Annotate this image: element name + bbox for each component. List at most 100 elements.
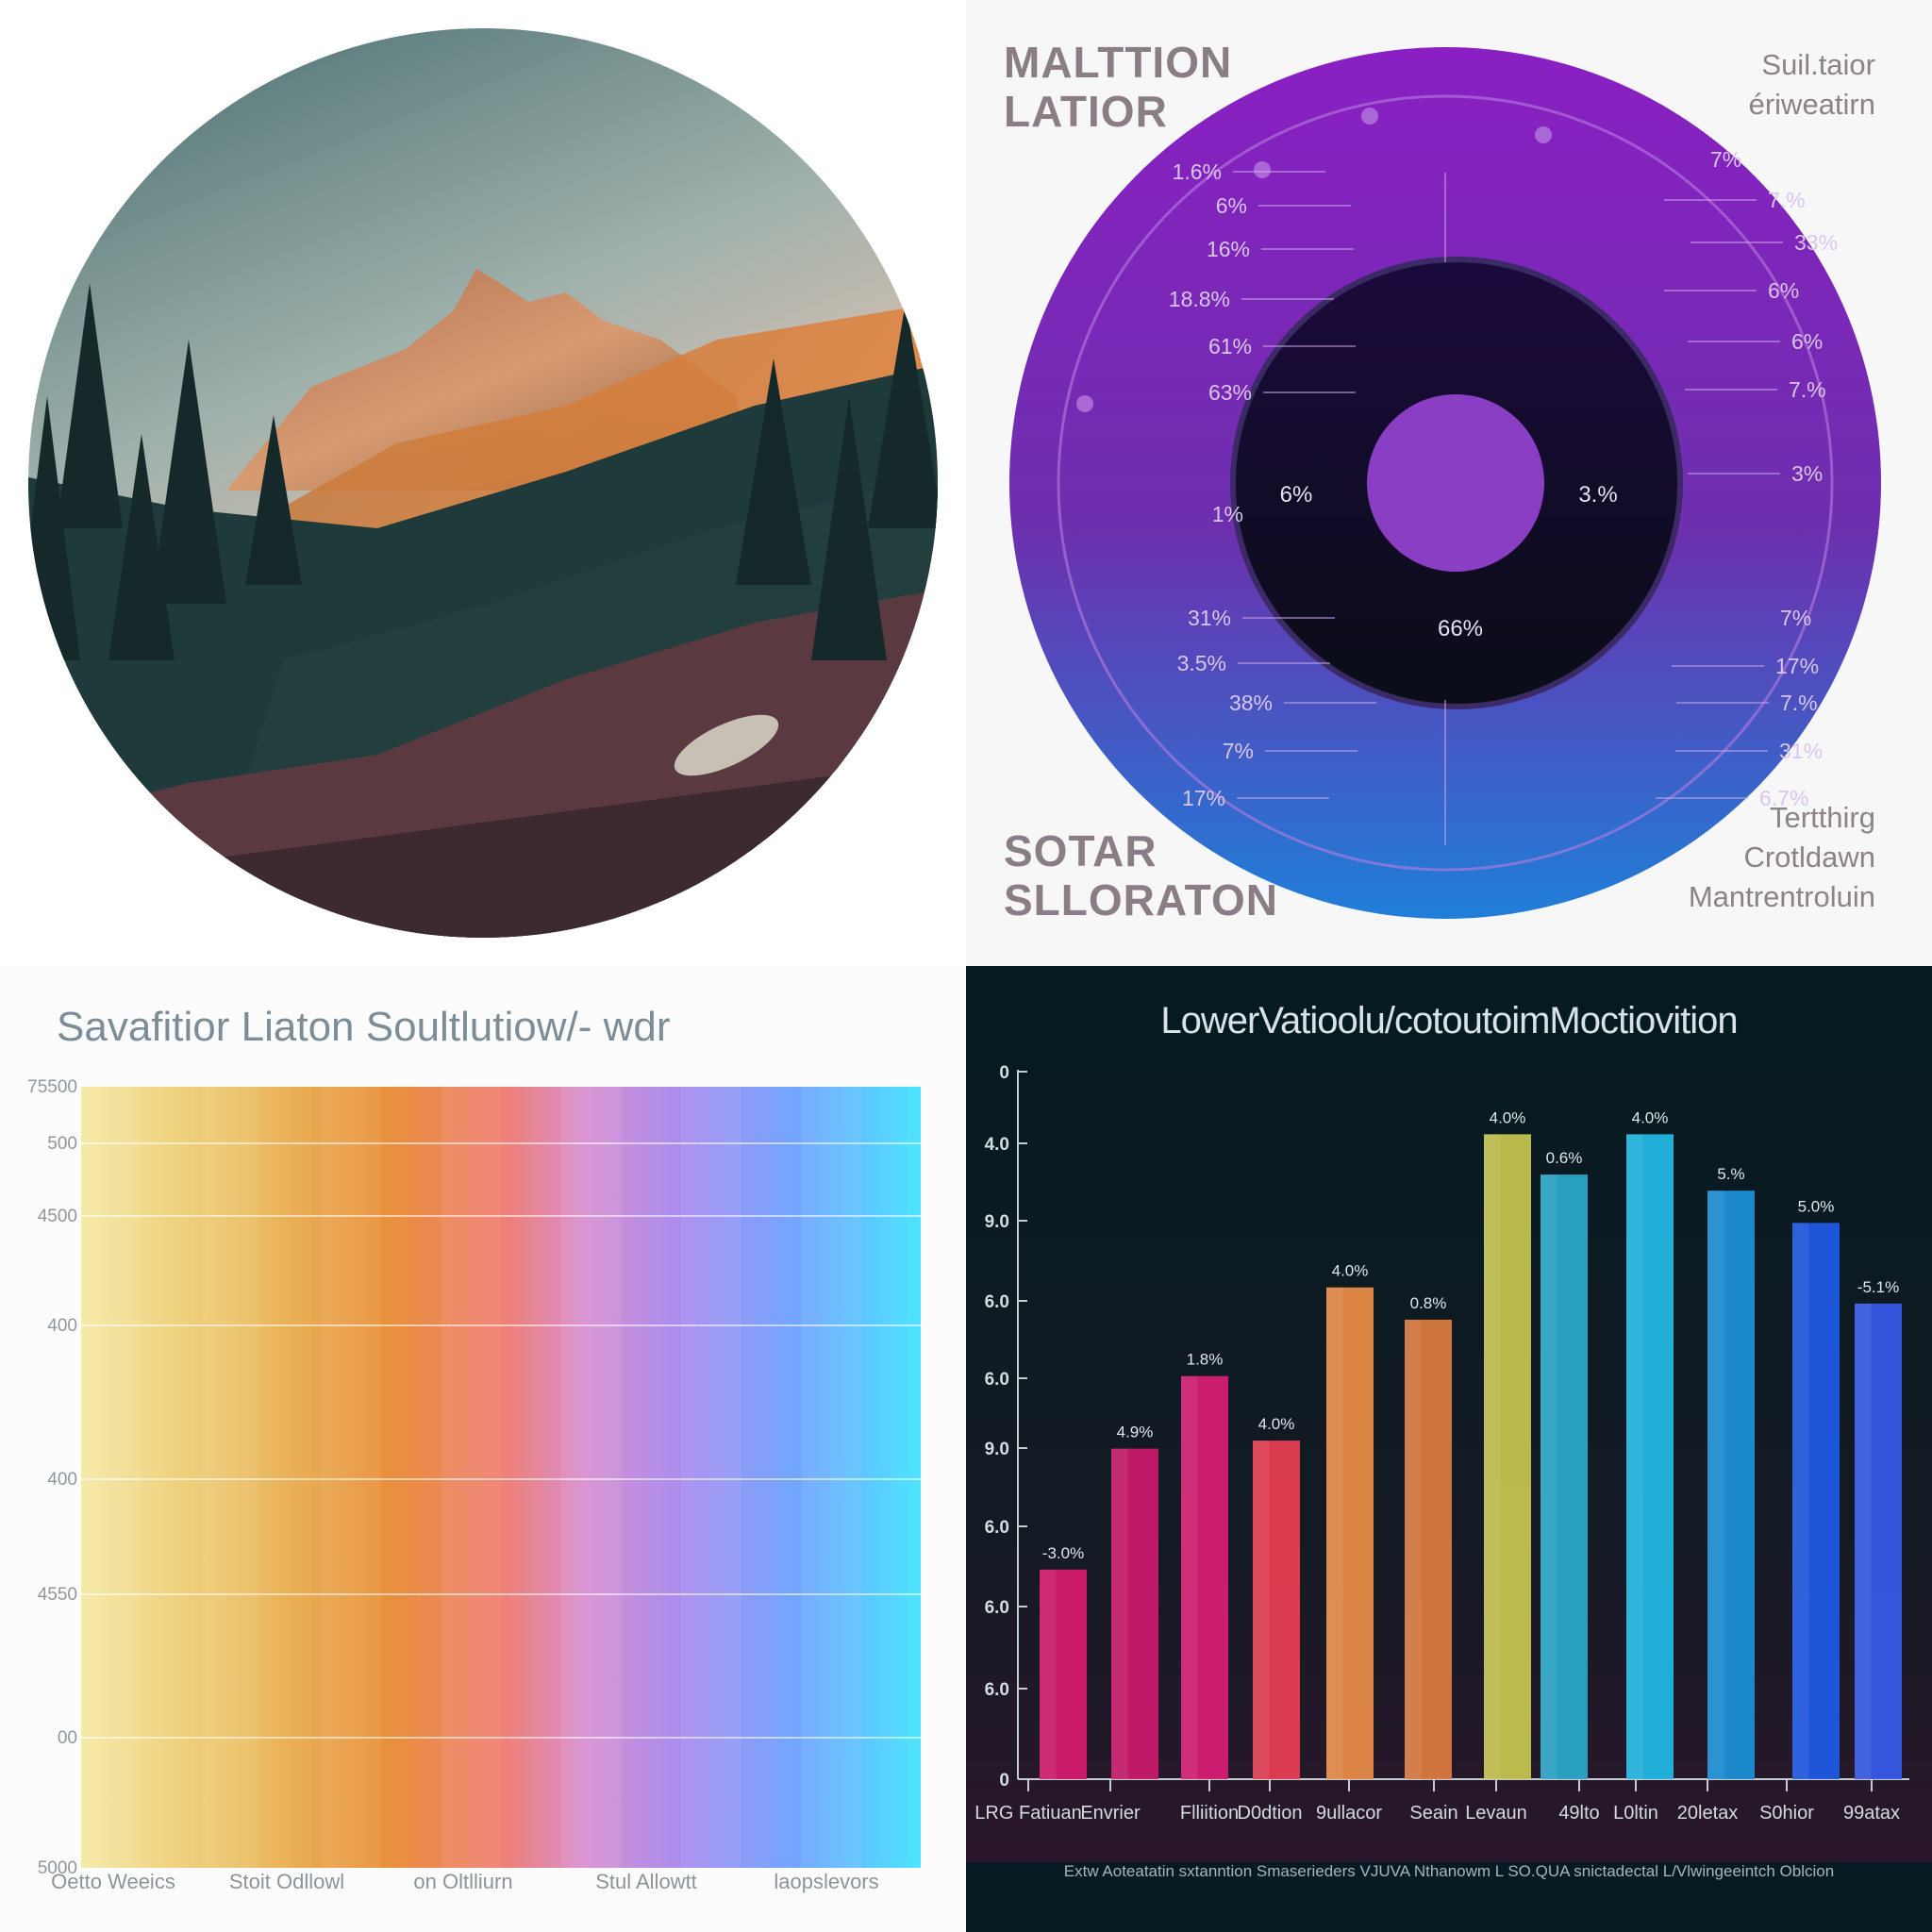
bar-highlight (1040, 1569, 1057, 1779)
radial-inner-label: 6% (1280, 482, 1313, 508)
bar-x-label: Seain (1409, 1803, 1457, 1824)
bar-highlight (1626, 1134, 1643, 1779)
bar-x-label: D0dtion (1238, 1803, 1303, 1824)
radial-left-label: 61% (1208, 334, 1252, 358)
radial-right-label: 6.7% (1759, 786, 1808, 810)
bar-highlight (1253, 1441, 1270, 1779)
bar-y-tick: 9.0 (985, 1440, 1009, 1459)
radial-chart-panel: MALTTION LATIOR Suil.taior ériweatirn SO… (966, 0, 1932, 966)
bar-highlight (1855, 1303, 1872, 1779)
radial-right-label: 6% (1768, 278, 1799, 303)
bar-data-label: -3.0% (1042, 1544, 1084, 1562)
bar-data-label: -5.1% (1857, 1278, 1899, 1296)
bar-y-tick: 6.0 (985, 1598, 1009, 1618)
radial-right-label: 6% (1791, 329, 1823, 354)
gradient-band (201, 1087, 261, 1868)
radial-left-label: 3.5% (1177, 651, 1226, 675)
radial-right-label: 7% (1780, 606, 1811, 630)
bar-x-label: 20letax (1677, 1803, 1739, 1824)
gradient-x-tick: Stul Allowtt (595, 1870, 697, 1893)
bar-data-label: 4.0% (1258, 1415, 1295, 1433)
radial-left-label: 7% (1223, 739, 1254, 763)
radial-chart: 1.6% 6% 16% 18.8% 61% 63% 1% 31% 3.5%38% 7% 17% 7%… (1009, 47, 1881, 919)
gradient-y-tick: 400 (47, 1316, 77, 1336)
bar-y-tick: 0 (999, 1063, 1009, 1083)
bar-highlight (1405, 1319, 1422, 1779)
bar-highlight (1326, 1287, 1343, 1779)
bar-x-label: S0hior (1759, 1803, 1814, 1824)
bar-data-label: 5.% (1717, 1165, 1744, 1183)
bar-y-tick: 6.0 (985, 1370, 1009, 1390)
radial-left-label: 31% (1188, 606, 1231, 630)
radial-right-label: 31% (1779, 739, 1823, 763)
radial-right-label: 3% (1791, 461, 1823, 486)
bar-chart: 0 4.0 9.0 6.0 6.0 9.0 6.0 6.0 6.0 0 -3.0% 4.9% 1.8%… (966, 1051, 1932, 1862)
bar-highlight (1111, 1448, 1128, 1779)
bar-data-label: 4.9% (1117, 1424, 1154, 1441)
gradient-x-tick: Stoit Odllowl (229, 1870, 344, 1893)
radial-marker-dot (1535, 126, 1552, 143)
radial-left-label: 17% (1182, 786, 1225, 810)
landscape-photo (28, 28, 938, 938)
radial-right-label: 7% (1710, 147, 1741, 172)
bar-highlight (1792, 1223, 1809, 1779)
gradient-x-tick: Oetto Weeics (51, 1870, 175, 1893)
radial-left-label: 1.6% (1173, 159, 1222, 184)
bar-y-tick: 9.0 (985, 1212, 1009, 1232)
gradient-band (321, 1087, 381, 1868)
radial-marker-dot (1254, 161, 1271, 178)
gradient-band (441, 1087, 502, 1868)
radial-inner-label: 3.% (1578, 482, 1617, 508)
bar-y-tick: 0 (999, 1771, 1009, 1790)
gradient-y-tick: 400 (47, 1470, 77, 1490)
radial-right-label: 7.% (1768, 188, 1806, 212)
bar-highlight (1707, 1191, 1724, 1779)
radial-inner-label: 66% (1438, 616, 1483, 641)
gradient-y-tick: 4550 (38, 1585, 77, 1605)
landscape-photo-panel (0, 0, 966, 966)
radial-right-label: 33% (1794, 230, 1838, 255)
gradient-y-tick: 75500 (27, 1077, 77, 1097)
bar-x-label: Levaun (1465, 1803, 1527, 1824)
bar-x-label: Flliition (1180, 1803, 1239, 1824)
radial-left-label: 1% (1212, 502, 1243, 526)
radial-left-label: 38% (1229, 691, 1273, 715)
bar-highlight (1484, 1134, 1501, 1779)
bar-data-label: 1.8% (1187, 1351, 1224, 1369)
bar-highlight (1181, 1375, 1198, 1779)
gradient-x-tick: laopslevors (774, 1870, 878, 1893)
bar-data-label: 4.0% (1490, 1108, 1526, 1126)
bar-y-tick: 6.0 (985, 1292, 1009, 1312)
bar-data-label: 5.0% (1798, 1197, 1835, 1215)
bar-x-label: Envrier (1080, 1803, 1141, 1824)
bar-chart-panel: LowerVatioolu/cotoutoimMoctiovition 0 4.0… (966, 966, 1932, 1932)
bar-x-label: 9ullacor (1316, 1803, 1382, 1824)
radial-right-label: 7.% (1780, 691, 1818, 715)
bar-x-label: 49lto (1558, 1803, 1599, 1824)
gradient-band (560, 1087, 622, 1868)
radial-right-label: 17% (1775, 654, 1819, 678)
gradient-band (801, 1087, 861, 1868)
bar-y-tick: 6.0 (985, 1518, 1009, 1538)
radial-right-label: 7.% (1789, 377, 1826, 402)
bar-data-label: 0.6% (1546, 1149, 1583, 1167)
gradient-y-tick: 4500 (38, 1207, 77, 1226)
radial-marker-dot (1361, 108, 1378, 125)
bar-data-label: 4.0% (1332, 1262, 1369, 1280)
gradient-y-tick: 500 (47, 1134, 77, 1154)
bar-x-label: 99atax (1843, 1803, 1900, 1824)
radial-left-label: 63% (1208, 380, 1252, 405)
bar-x-label: L0ltin (1613, 1803, 1658, 1824)
bar-highlight (1541, 1174, 1557, 1779)
gradient-y-tick: 00 (58, 1728, 77, 1748)
bar-data-label: 0.8% (1410, 1294, 1447, 1312)
bar-y-tick: 4.0 (985, 1135, 1009, 1155)
bar-y-tick: 6.0 (985, 1680, 1009, 1700)
gradient-band (681, 1087, 741, 1868)
gradient-band (81, 1087, 142, 1868)
radial-left-label: 6% (1216, 193, 1247, 218)
bar-x-label: LRG Fatiuan (974, 1803, 1081, 1824)
bar-chart-footer: Extw Aoteatatin sxtanntion Smaserieders … (1063, 1862, 1835, 1880)
gradient-chart: 7550050045004004004550005000 Oetto Weeic… (27, 1077, 921, 1893)
radial-left-label: 18.8% (1169, 287, 1230, 311)
